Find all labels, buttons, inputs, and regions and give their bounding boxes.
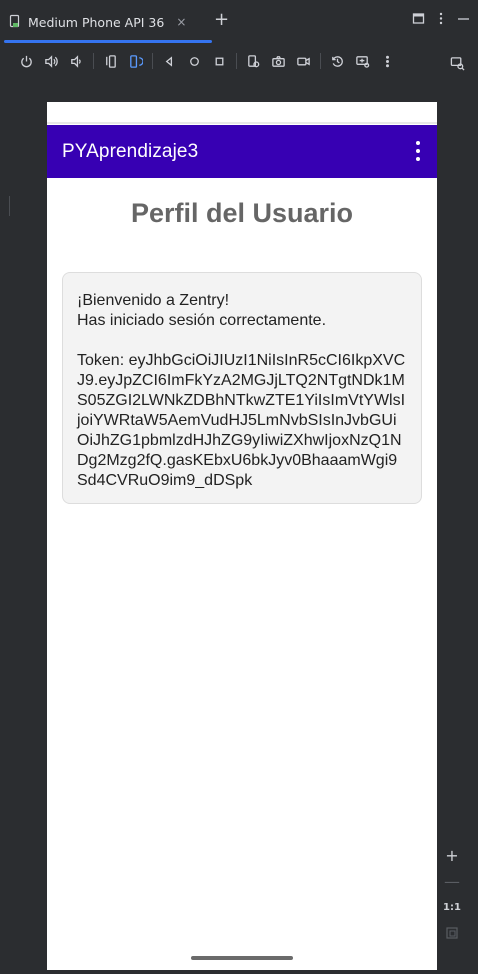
fit-screen-icon[interactable]: [446, 920, 458, 946]
overview-icon[interactable]: [207, 48, 232, 74]
zoom-out-button[interactable]: —: [444, 868, 460, 894]
welcome-card: ¡Bienvenido a Zentry! Has iniciado sesió…: [62, 272, 422, 504]
zoom-search-icon[interactable]: [445, 50, 470, 76]
app-bar-title: PYAprendizaje3: [62, 140, 199, 162]
device-tab[interactable]: Medium Phone API 36 ×: [8, 8, 186, 36]
zoom-controls: + — 1:1: [440, 842, 464, 950]
toolbar-divider: [236, 53, 237, 69]
device-icon: [8, 14, 22, 31]
video-icon[interactable]: [291, 48, 316, 74]
emulator-tab-bar: Medium Phone API 36 × +: [0, 0, 478, 44]
snapshot-icon[interactable]: [325, 48, 350, 74]
window-controls: [412, 12, 470, 29]
more-options-icon[interactable]: [439, 12, 443, 29]
gesture-bar[interactable]: [191, 956, 293, 960]
active-tab-indicator: [4, 40, 212, 43]
emulator-toolbar: [0, 46, 478, 76]
welcome-message: ¡Bienvenido a Zentry! Has iniciado sesió…: [77, 292, 406, 489]
left-panel-marker: [0, 196, 10, 216]
device-screen: PYAprendizaje3 Perfil del Usuario ¡Bienv…: [47, 102, 437, 970]
toolbar-divider: [93, 53, 94, 69]
camera-icon[interactable]: [266, 48, 291, 74]
page-title: Perfil del Usuario: [130, 198, 354, 228]
more-icon[interactable]: [375, 48, 400, 74]
rotate-right-icon[interactable]: [123, 48, 148, 74]
home-icon[interactable]: [182, 48, 207, 74]
extended-controls-icon[interactable]: [350, 48, 375, 74]
volume-up-icon[interactable]: [39, 48, 64, 74]
power-icon[interactable]: [14, 48, 39, 74]
device-settings-icon[interactable]: [241, 48, 266, 74]
zoom-in-button[interactable]: +: [445, 842, 458, 868]
app-bar: PYAprendizaje3: [47, 125, 437, 178]
status-bar: [47, 102, 437, 124]
back-icon[interactable]: [157, 48, 182, 74]
device-tab-label: Medium Phone API 36: [28, 14, 165, 30]
toolbar-divider: [320, 53, 321, 69]
overflow-menu-icon[interactable]: [413, 141, 423, 161]
volume-down-icon[interactable]: [64, 48, 89, 74]
actual-size-button[interactable]: 1:1: [443, 894, 461, 920]
minimize-icon[interactable]: [457, 12, 470, 29]
close-tab-icon[interactable]: ×: [176, 15, 186, 29]
restore-window-icon[interactable]: [412, 12, 425, 29]
rotate-left-icon[interactable]: [98, 48, 123, 74]
toolbar-divider: [152, 53, 153, 69]
new-tab-button[interactable]: +: [214, 10, 229, 30]
